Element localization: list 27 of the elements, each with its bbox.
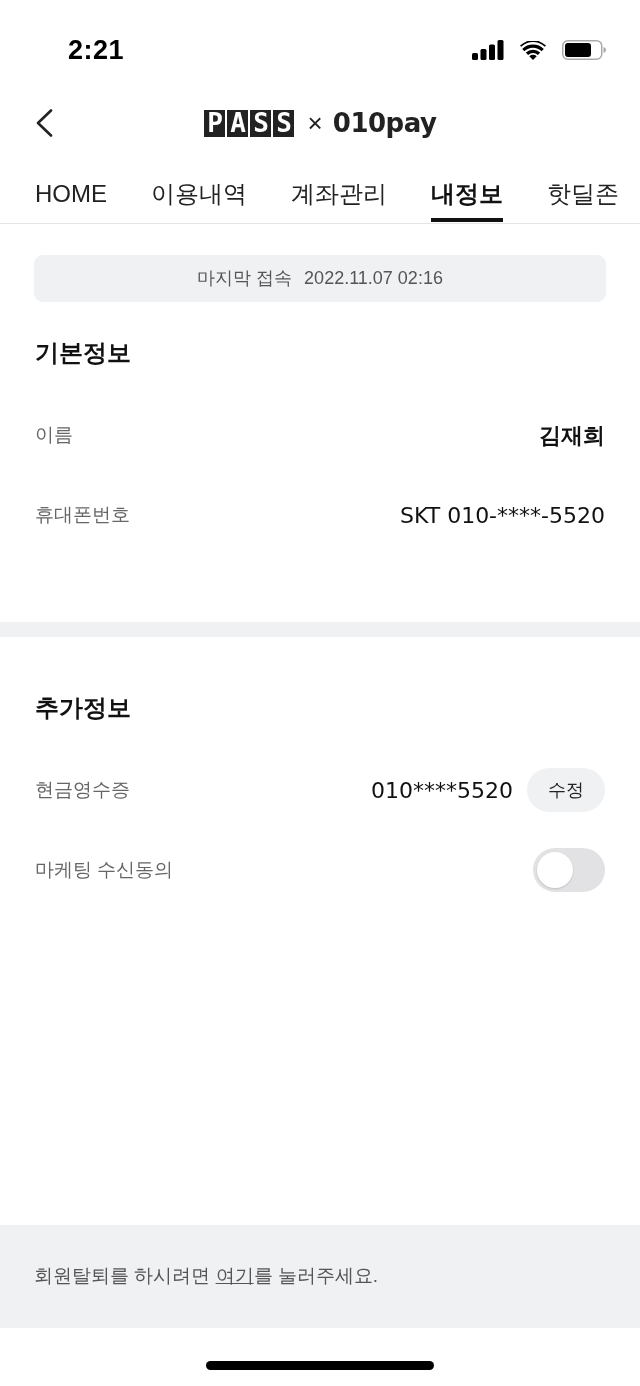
withdraw-link[interactable]: 여기 <box>215 1265 254 1287</box>
field-label: 휴대폰번호 <box>35 502 130 527</box>
field-value: 010****5520 <box>371 776 513 805</box>
last-access-time: 2022.11.07 02:16 <box>304 267 443 290</box>
nav-tab[interactable]: 계좌관리 <box>291 179 387 222</box>
back-icon <box>34 109 54 137</box>
nav-tab[interactable]: HOME <box>35 179 107 222</box>
field-value: 김재희 <box>539 421 605 450</box>
section-title: 기본정보 <box>34 339 132 367</box>
field-label: 이름 <box>35 422 73 447</box>
nav-tab[interactable]: 핫딜존 <box>547 179 619 222</box>
wifi-icon <box>520 40 546 60</box>
battery-icon <box>562 40 606 60</box>
nav-tab[interactable]: 내정보 <box>431 179 503 222</box>
signal-icon <box>472 40 504 60</box>
field-label: 현금영수증 <box>35 777 130 802</box>
section-title: 추가정보 <box>34 694 132 722</box>
withdrawal-notice: 회원탈퇴를 하시려면 여기 를 눌러주세요. <box>34 1264 379 1289</box>
last-access-label: 마지막 접속 <box>197 267 293 290</box>
status-time: 2:21 <box>68 33 125 67</box>
field-label: 마케팅 수신동의 <box>35 857 174 882</box>
field-value: SKT 010-****-5520 <box>400 501 605 530</box>
nav-tab[interactable]: 이용내역 <box>151 179 247 222</box>
toggle-switch[interactable] <box>533 848 605 892</box>
pay-logo: 010pay <box>332 110 437 136</box>
edit-button[interactable]: 수정 <box>527 768 605 812</box>
logo-separator: × <box>307 110 323 136</box>
